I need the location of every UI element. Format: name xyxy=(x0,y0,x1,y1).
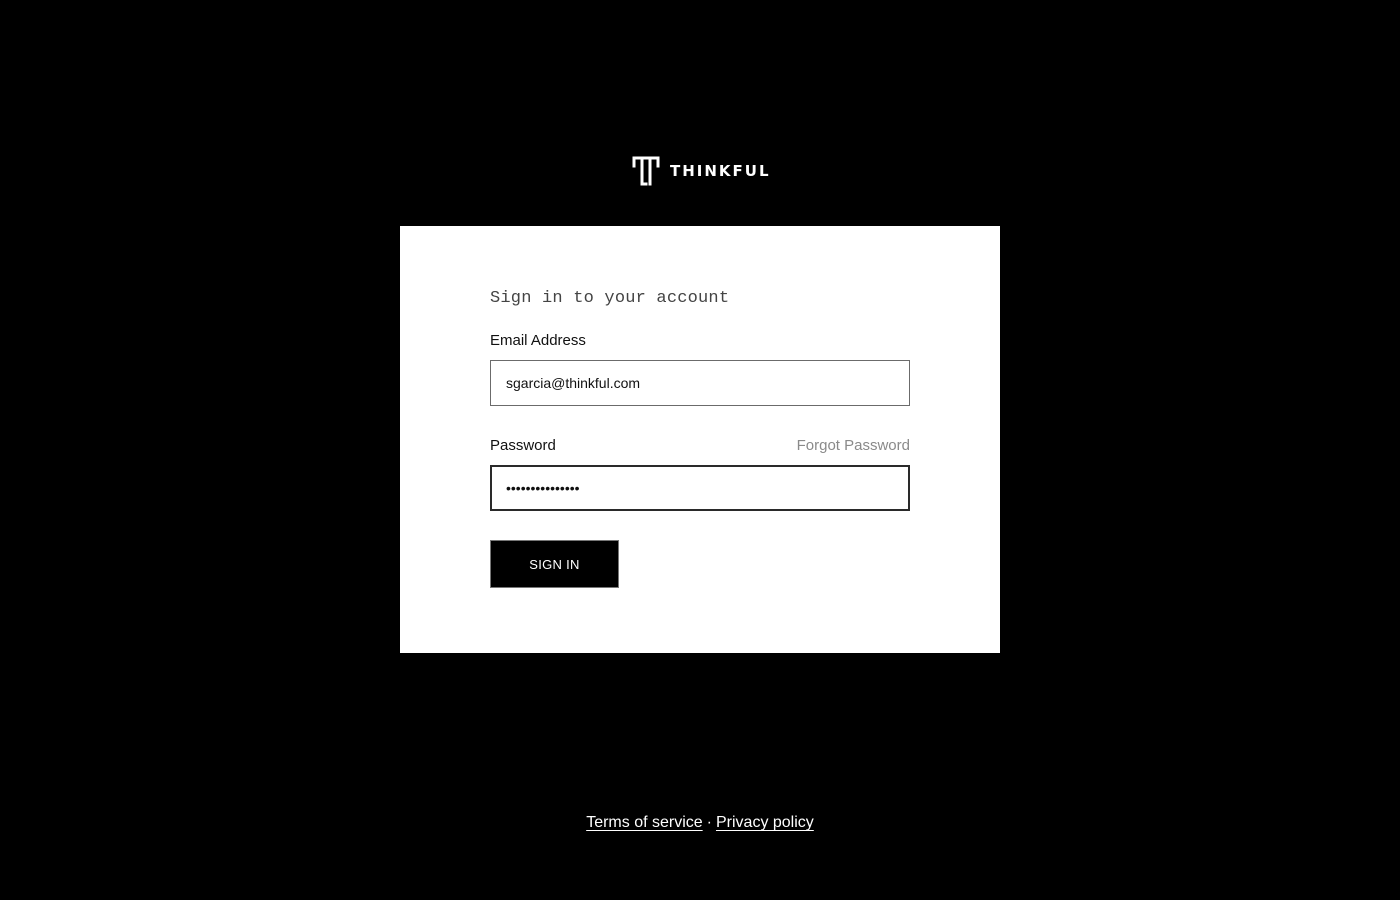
thinkful-t-icon xyxy=(632,156,660,186)
footer-separator: · xyxy=(706,814,712,831)
sign-in-button[interactable]: SIGN IN xyxy=(490,540,619,588)
email-label: Email Address xyxy=(490,332,586,349)
sign-in-card: Sign in to your account Email Address Pa… xyxy=(400,226,1000,653)
login-page: THINKFUL Sign in to your account Email A… xyxy=(0,0,1400,900)
password-label: Password xyxy=(490,437,556,454)
password-input[interactable] xyxy=(490,465,910,511)
forgot-password-link[interactable]: Forgot Password xyxy=(797,437,910,454)
brand-logo[interactable]: THINKFUL xyxy=(632,156,771,186)
form-heading: Sign in to your account xyxy=(490,289,730,308)
privacy-policy-link[interactable]: Privacy policy xyxy=(716,814,814,831)
brand-name: THINKFUL xyxy=(670,162,771,180)
email-input[interactable] xyxy=(490,360,910,406)
terms-of-service-link[interactable]: Terms of service xyxy=(586,814,702,831)
footer-links: Terms of service · Privacy policy xyxy=(0,814,1400,832)
